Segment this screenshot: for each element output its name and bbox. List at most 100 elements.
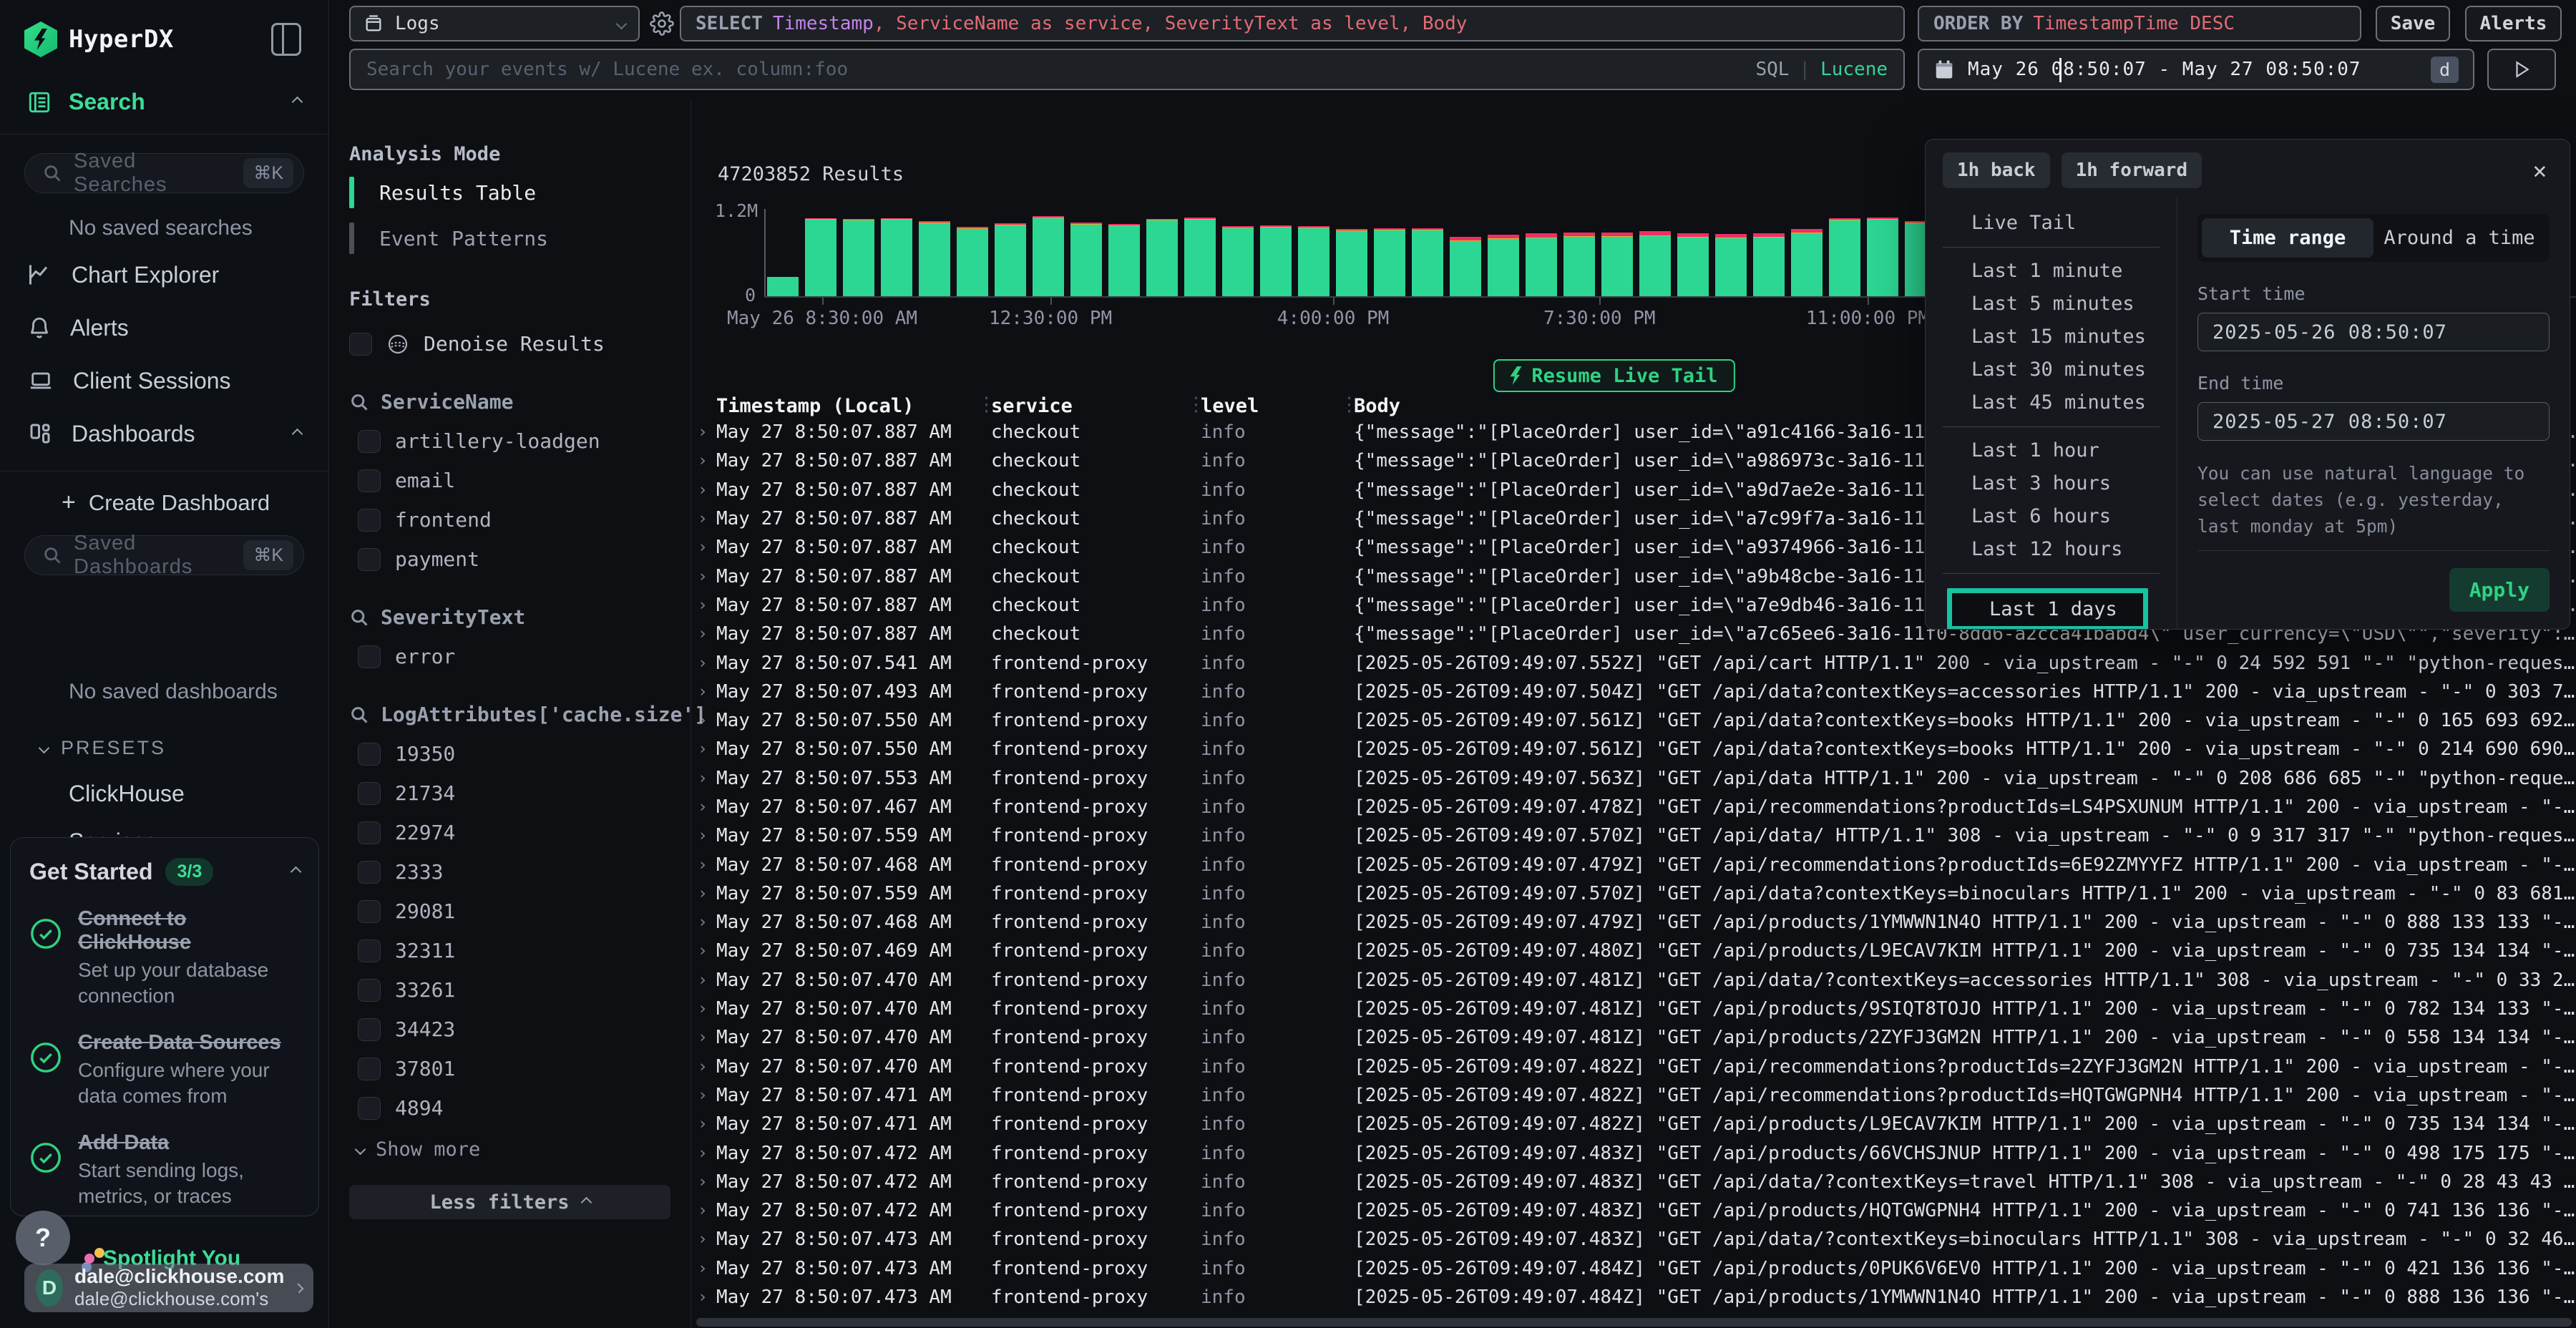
- resume-live-tail-button[interactable]: Resume Live Tail: [1493, 359, 1735, 392]
- shift-forward-button[interactable]: 1h forward: [2062, 152, 2202, 188]
- close-icon[interactable]: ✕: [2527, 157, 2552, 184]
- alerts-button[interactable]: Alerts: [2465, 6, 2562, 42]
- quick-range-last-15-minutes[interactable]: Last 15 minutes: [1926, 321, 2177, 353]
- table-row[interactable]: ›May 27 8:50:07.470 AMfrontend-proxyinfo…: [691, 966, 2576, 995]
- table-row[interactable]: ›May 27 8:50:07.470 AMfrontend-proxyinfo…: [691, 1023, 2576, 1052]
- analysis-mode-option[interactable]: Results Table: [349, 174, 670, 211]
- table-row[interactable]: ›May 27 8:50:07.470 AMfrontend-proxyinfo…: [691, 995, 2576, 1023]
- expand-chevron-icon[interactable]: ›: [698, 798, 716, 816]
- table-row[interactable]: ›May 27 8:50:07.470 AMfrontend-proxyinfo…: [691, 1053, 2576, 1081]
- start-time-input[interactable]: 2025-05-26 08:50:07: [2197, 313, 2550, 351]
- checkbox-icon[interactable]: [358, 821, 381, 844]
- quick-range-last-1-hour[interactable]: Last 1 hour: [1926, 434, 2177, 467]
- table-row[interactable]: ›May 27 8:50:07.473 AMfrontend-proxyinfo…: [691, 1225, 2576, 1254]
- filter-value[interactable]: 37801: [349, 1057, 670, 1080]
- filter-value[interactable]: 29081: [349, 899, 670, 923]
- expand-chevron-icon[interactable]: ›: [698, 913, 716, 932]
- table-row[interactable]: ›May 27 8:50:07.473 AMfrontend-proxyinfo…: [691, 1254, 2576, 1283]
- quick-range-last-30-minutes[interactable]: Last 30 minutes: [1926, 353, 2177, 386]
- filter-value[interactable]: 2333: [349, 860, 670, 884]
- table-row[interactable]: ›May 27 8:50:07.471 AMfrontend-proxyinfo…: [691, 1110, 2576, 1138]
- table-row[interactable]: ›May 27 8:50:07.468 AMfrontend-proxyinfo…: [691, 908, 2576, 937]
- table-row[interactable]: ›May 27 8:50:07.473 AMfrontend-proxyinfo…: [691, 1283, 2576, 1312]
- expand-chevron-icon[interactable]: ›: [698, 856, 716, 874]
- filter-value[interactable]: 22974: [349, 821, 670, 844]
- apply-button[interactable]: Apply: [2449, 568, 2550, 612]
- quick-range-last-5-minutes[interactable]: Last 5 minutes: [1926, 288, 2177, 321]
- table-row[interactable]: ›May 27 8:50:07.559 AMfrontend-proxyinfo…: [691, 879, 2576, 908]
- filter-value[interactable]: 21734: [349, 781, 670, 805]
- expand-chevron-icon[interactable]: ›: [698, 1058, 716, 1076]
- checkbox-icon[interactable]: [358, 782, 381, 805]
- chevron-up-icon[interactable]: [291, 866, 302, 878]
- expand-chevron-icon[interactable]: ›: [698, 942, 716, 960]
- filter-value[interactable]: 4894: [349, 1096, 670, 1120]
- expand-chevron-icon[interactable]: ›: [698, 1000, 716, 1018]
- expand-chevron-icon[interactable]: ›: [698, 1173, 716, 1191]
- saved-searches-input[interactable]: Saved Searches ⌘K: [24, 153, 304, 193]
- checkbox-icon[interactable]: [358, 1097, 381, 1120]
- expand-chevron-icon[interactable]: ›: [698, 1201, 716, 1220]
- table-row[interactable]: ›May 27 8:50:07.550 AMfrontend-proxyinfo…: [691, 706, 2576, 735]
- end-time-input[interactable]: 2025-05-27 08:50:07: [2197, 402, 2550, 441]
- expand-chevron-icon[interactable]: ›: [698, 654, 716, 673]
- filter-value[interactable]: payment: [349, 547, 670, 571]
- table-row[interactable]: ›May 27 8:50:07.472 AMfrontend-proxyinfo…: [691, 1196, 2576, 1225]
- column-header-timestamp[interactable]: Timestamp (Local): [716, 395, 991, 417]
- sidebar-preset-clickhouse[interactable]: ClickHouse: [69, 781, 328, 807]
- checkbox-icon[interactable]: [358, 979, 381, 1002]
- get-started-item[interactable]: Connect to ClickHouseSet up your databas…: [29, 907, 300, 1010]
- expand-chevron-icon[interactable]: ›: [698, 567, 716, 586]
- column-header-level[interactable]: level: [1201, 395, 1354, 417]
- expand-chevron-icon[interactable]: ›: [698, 740, 716, 758]
- expand-chevron-icon[interactable]: ›: [698, 1144, 716, 1163]
- checkbox-icon[interactable]: [358, 430, 381, 453]
- expand-chevron-icon[interactable]: ›: [698, 1230, 716, 1249]
- save-button[interactable]: Save: [2376, 6, 2450, 42]
- quick-range-live-tail[interactable]: Live Tail: [1926, 207, 2177, 240]
- table-row[interactable]: ›May 27 8:50:07.553 AMfrontend-proxyinfo…: [691, 764, 2576, 793]
- horizontal-scrollbar[interactable]: [696, 1318, 2572, 1327]
- shift-back-button[interactable]: 1h back: [1943, 152, 2050, 188]
- expand-chevron-icon[interactable]: ›: [698, 683, 716, 701]
- filter-value[interactable]: 19350: [349, 742, 670, 766]
- checkbox-icon[interactable]: [358, 469, 381, 492]
- expand-chevron-icon[interactable]: ›: [698, 451, 716, 470]
- tab-time-range[interactable]: Time range: [2202, 218, 2373, 258]
- expand-chevron-icon[interactable]: ›: [698, 1288, 716, 1307]
- column-header-service[interactable]: service: [991, 395, 1201, 417]
- lang-toggle-sql[interactable]: SQL: [1755, 59, 1789, 80]
- checkbox-icon[interactable]: [358, 509, 381, 532]
- expand-chevron-icon[interactable]: ›: [698, 481, 716, 499]
- table-row[interactable]: ›May 27 8:50:07.493 AMfrontend-proxyinfo…: [691, 678, 2576, 706]
- filter-value[interactable]: 33261: [349, 978, 670, 1002]
- sidebar-item-search[interactable]: Search: [0, 89, 328, 115]
- analysis-mode-option[interactable]: Event Patterns: [349, 220, 670, 257]
- table-row[interactable]: ›May 27 8:50:07.472 AMfrontend-proxyinfo…: [691, 1168, 2576, 1196]
- expand-chevron-icon[interactable]: ›: [698, 538, 716, 557]
- filter-group-name[interactable]: LogAttributes['cache.size']: [349, 703, 670, 726]
- date-range-input[interactable]: May 26 08:50:07 - May 27 08:50:07 d: [1918, 49, 2474, 90]
- sidebar-item-dashboards[interactable]: Dashboards: [0, 415, 328, 452]
- table-row[interactable]: ›May 27 8:50:07.472 AMfrontend-proxyinfo…: [691, 1138, 2576, 1167]
- filter-value[interactable]: email: [349, 469, 670, 492]
- filter-value[interactable]: 32311: [349, 939, 670, 962]
- sql-select-editor[interactable]: SELECT Timestamp, ServiceName as service…: [680, 6, 1905, 42]
- table-row[interactable]: ›May 27 8:50:07.469 AMfrontend-proxyinfo…: [691, 937, 2576, 965]
- quick-range-last-1-days[interactable]: Last 1 days: [1947, 588, 2148, 629]
- sidebar-item-chart-explorer[interactable]: Chart Explorer: [0, 256, 328, 293]
- expand-chevron-icon[interactable]: ›: [698, 1086, 716, 1105]
- sidebar-collapse-icon[interactable]: [271, 23, 301, 56]
- run-query-button[interactable]: [2487, 49, 2556, 90]
- order-by-editor[interactable]: ORDER BY TimestampTime DESC: [1918, 6, 2361, 42]
- expand-chevron-icon[interactable]: ›: [698, 1028, 716, 1047]
- checkbox-icon[interactable]: [358, 1018, 381, 1041]
- help-button[interactable]: ?: [16, 1211, 70, 1265]
- quick-range-last-12-hours[interactable]: Last 12 hours: [1926, 533, 2177, 566]
- get-started-item[interactable]: Create Data SourcesConfigure where your …: [29, 1031, 300, 1110]
- filter-value[interactable]: 34423: [349, 1017, 670, 1041]
- table-row[interactable]: ›May 27 8:50:07.474 AMfrontend-proxyinfo…: [691, 1312, 2576, 1317]
- expand-chevron-icon[interactable]: ›: [698, 423, 716, 441]
- table-row[interactable]: ›May 27 8:50:07.468 AMfrontend-proxyinfo…: [691, 850, 2576, 879]
- source-select[interactable]: Logs: [349, 6, 640, 42]
